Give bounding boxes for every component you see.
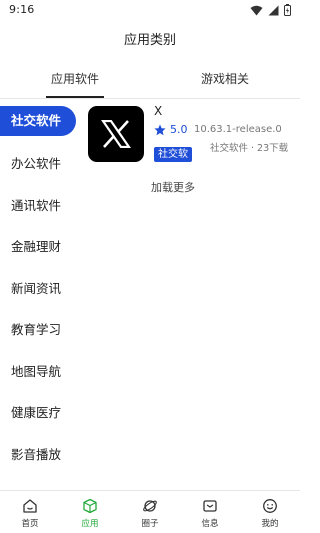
tab-games[interactable]: 游戏相关 xyxy=(175,70,275,87)
category-badge: 社交软 xyxy=(154,147,192,162)
battery-icon xyxy=(284,4,291,16)
load-more-button[interactable]: 加载更多 xyxy=(88,179,258,195)
sidebar-item-news[interactable]: 新闻资讯 xyxy=(0,274,76,304)
app-list-item[interactable]: X 5.0 10.63.1-release.0 社交软 社交软件 · 23下载 xyxy=(88,104,294,168)
bottom-nav: 首页 应用 圈子 信息 我的 xyxy=(0,490,300,533)
signal-icon xyxy=(268,5,279,15)
app-name: X xyxy=(154,104,163,118)
sidebar-item-communication[interactable]: 通讯软件 xyxy=(0,191,76,221)
x-logo-icon xyxy=(88,106,144,162)
nav-label-circle: 圈子 xyxy=(141,519,159,529)
nav-label-messages: 信息 xyxy=(201,519,219,529)
sidebar-item-social[interactable]: 社交软件 xyxy=(0,106,76,136)
cube-icon xyxy=(83,498,97,513)
wifi-icon xyxy=(250,5,263,15)
message-icon xyxy=(203,499,217,512)
sidebar-item-education[interactable]: 教育学习 xyxy=(0,315,76,345)
nav-label-apps: 应用 xyxy=(81,519,99,529)
category-tabs: 应用软件 游戏相关 xyxy=(0,65,300,99)
active-tab-indicator xyxy=(46,96,104,98)
nav-messages[interactable]: 信息 xyxy=(190,497,230,529)
nav-label-home: 首页 xyxy=(21,519,39,529)
tab-apps[interactable]: 应用软件 xyxy=(25,70,125,87)
status-icons xyxy=(250,4,291,16)
status-time: 9:16 xyxy=(9,3,35,16)
sidebar-item-media[interactable]: 影音播放 xyxy=(0,440,76,470)
sidebar-item-health[interactable]: 健康医疗 xyxy=(0,398,76,428)
status-bar: 9:16 xyxy=(0,0,300,22)
page-title: 应用类别 xyxy=(123,33,176,48)
nav-label-profile: 我的 xyxy=(261,519,279,529)
app-rating: 5.0 xyxy=(154,123,188,136)
star-icon xyxy=(154,124,166,135)
sidebar-item-finance[interactable]: 金融理财 xyxy=(0,232,76,262)
nav-apps[interactable]: 应用 xyxy=(70,497,110,529)
nav-profile[interactable]: 我的 xyxy=(250,497,290,529)
app-version: 10.63.1-release.0 xyxy=(194,124,282,135)
planet-icon xyxy=(143,499,157,512)
nav-circle[interactable]: 圈子 xyxy=(130,497,170,529)
smiley-icon xyxy=(263,498,277,513)
sidebar-item-navigation[interactable]: 地图导航 xyxy=(0,357,76,387)
app-meta: 社交软件 · 23下载 xyxy=(210,143,289,154)
nav-home[interactable]: 首页 xyxy=(10,497,50,529)
rating-value: 5.0 xyxy=(170,123,188,136)
home-icon xyxy=(23,498,37,513)
sidebar-item-office[interactable]: 办公软件 xyxy=(0,149,76,179)
